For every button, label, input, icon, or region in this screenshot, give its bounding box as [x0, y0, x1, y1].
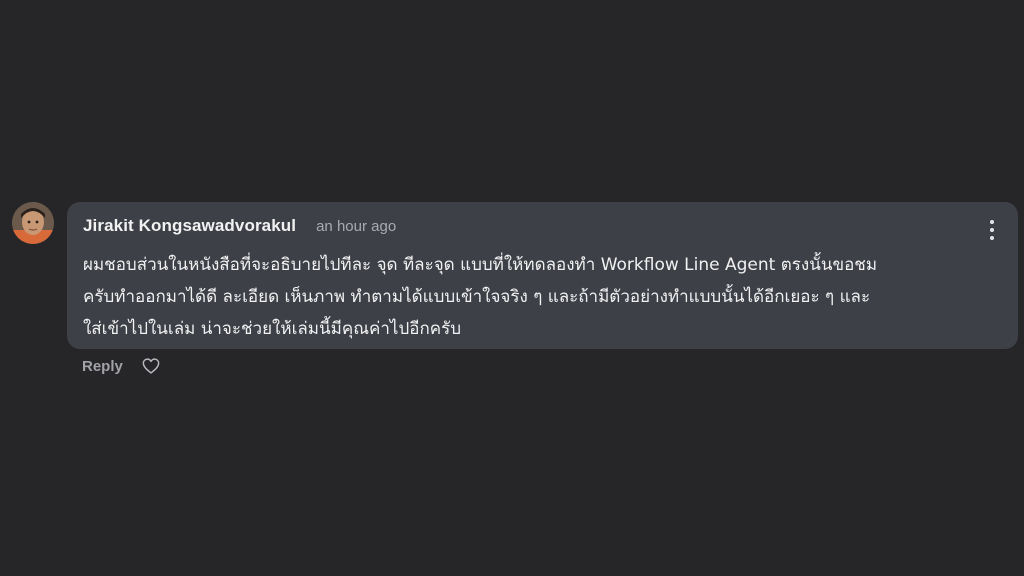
avatar-image — [12, 202, 54, 244]
more-vertical-icon — [990, 220, 994, 224]
comment-header: Jirakit Kongsawadvorakul an hour ago — [83, 216, 968, 242]
like-button[interactable] — [141, 356, 161, 376]
heart-icon — [142, 358, 160, 374]
avatar[interactable] — [12, 202, 54, 244]
reply-button[interactable]: Reply — [82, 358, 123, 375]
comment-text: ผมชอบส่วนในหนังสือที่จะอธิบายไปทีละ จุด … — [83, 255, 878, 339]
author-name[interactable]: Jirakit Kongsawadvorakul — [83, 216, 296, 236]
comment-timestamp[interactable]: an hour ago — [316, 218, 396, 235]
more-options-button[interactable] — [984, 220, 1000, 240]
comment-bubble: Jirakit Kongsawadvorakul an hour ago ผมช… — [67, 202, 1018, 349]
comment-actions: Reply — [82, 356, 161, 376]
